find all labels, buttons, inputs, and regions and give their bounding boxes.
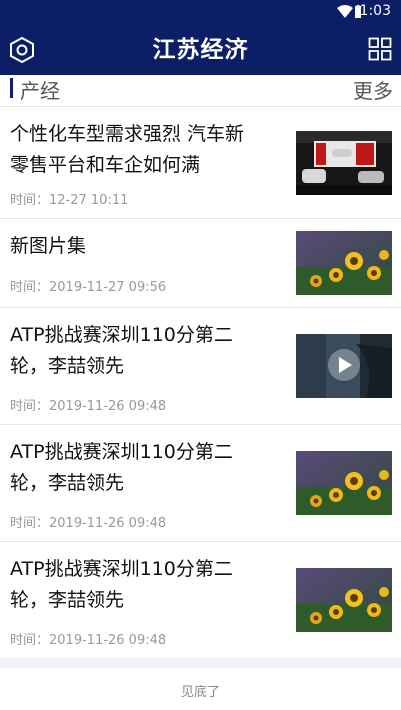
- sunflower-image: [296, 568, 392, 632]
- footer-divider: [0, 658, 401, 668]
- grid-menu-icon[interactable]: [368, 37, 392, 61]
- end-of-list-text: 见底了: [180, 685, 220, 700]
- news-title: 个性化车型需求强烈 汽车新零售平台和车企如何满: [10, 123, 245, 176]
- page-title: 江苏经济: [152, 36, 249, 63]
- nav-bar: 江苏经济: [0, 24, 401, 75]
- app-header: 1:03 江苏经济: [0, 0, 401, 75]
- news-item[interactable]: ATP挑战赛深圳110分第二轮，李喆领先 时间：2019-11-26 09:48: [0, 542, 401, 658]
- video-thumbnail[interactable]: [296, 334, 392, 398]
- news-item[interactable]: 个性化车型需求强烈 汽车新零售平台和车企如何满 时间：12-27 10:11: [0, 107, 401, 219]
- car-show-image: [296, 131, 392, 195]
- list-end-footer: 见底了: [0, 668, 401, 710]
- news-time: 时间：2019-11-27 09:56: [10, 280, 167, 295]
- news-time: 时间：12-27 10:11: [10, 193, 129, 208]
- sunflower-image: [296, 231, 392, 295]
- news-item[interactable]: 新图片集 时间：2019-11-27 09:56: [0, 219, 401, 308]
- status-bar: 1:03: [0, 0, 401, 24]
- news-time: 时间：2019-11-26 09:48: [10, 633, 167, 648]
- news-title: ATP挑战赛深圳110分第二轮，李喆领先: [10, 558, 233, 611]
- sunflower-image: [296, 451, 392, 515]
- news-item[interactable]: ATP挑战赛深圳110分第二轮，李喆领先 时间：2019-11-26 09:48: [0, 308, 401, 425]
- news-item[interactable]: ATP挑战赛深圳110分第二轮，李喆领先 时间：2019-11-26 09:48: [0, 425, 401, 542]
- news-time: 时间：2019-11-26 09:48: [10, 516, 167, 531]
- news-title: ATP挑战赛深圳110分第二轮，李喆领先: [10, 441, 233, 494]
- section-accent-bar: [10, 78, 13, 98]
- news-time: 时间：2019-11-26 09:48: [10, 399, 167, 414]
- status-time: 1:03: [359, 3, 391, 19]
- section-title: 产经: [20, 79, 60, 103]
- more-link[interactable]: 更多: [353, 75, 393, 104]
- news-title: 新图片集: [10, 235, 87, 257]
- wifi-icon: [337, 5, 353, 18]
- news-title: ATP挑战赛深圳110分第二轮，李喆领先: [10, 324, 233, 377]
- section-header: 产经 更多: [0, 75, 401, 107]
